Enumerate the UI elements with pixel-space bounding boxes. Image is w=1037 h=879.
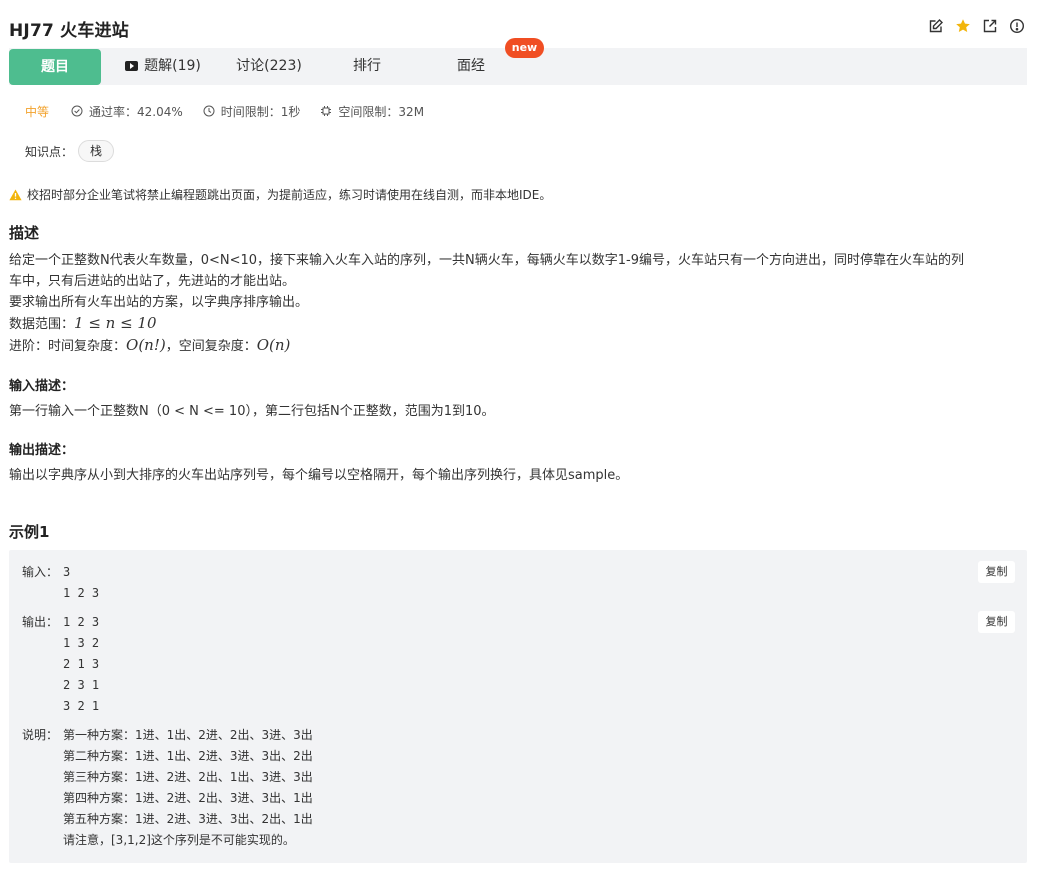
- complexity-label: 进阶：时间复杂度：: [9, 339, 127, 354]
- example-output-row: 2 3 1: [22, 675, 99, 696]
- example-explain-row: 第三种方案：1进、2进、2出、1出、3进、3出: [22, 767, 313, 788]
- example-output-line: 2 3 1: [63, 678, 100, 692]
- tab-ranking[interactable]: 排行: [327, 48, 407, 85]
- warning-text: 校招时部分企业笔试将禁止编程题跳出页面，为提前适应，练习时请使用在线自测，而非本…: [27, 188, 552, 202]
- space-complexity-label: ，空间复杂度：: [165, 339, 257, 354]
- data-range-line: 数据范围：1 ≤ n ≤ 10: [9, 313, 157, 335]
- chip-icon: [321, 106, 332, 116]
- example-output-line: 1 3 2: [63, 636, 100, 650]
- example-explain-line: 请注意，[3,1,2]这个序列是不可能实现的。: [63, 833, 295, 847]
- example-explain-row: 第二种方案：1进、1出、2进、3进、3出、2出: [22, 746, 313, 767]
- problem-title: HJ77 火车进站: [9, 21, 129, 41]
- data-range-math: 1 ≤ n ≤ 10: [74, 314, 157, 332]
- input-desc-heading: 输入描述：: [9, 379, 75, 394]
- example-input-line: 3: [63, 565, 71, 579]
- tab-solutions[interactable]: 题解(19): [115, 48, 211, 85]
- knowledge-tag[interactable]: 栈: [78, 140, 115, 162]
- space-complexity-math: O(n): [256, 336, 291, 354]
- tab-label: 讨论(223): [236, 58, 302, 74]
- example-explain-row: 请注意，[3,1,2]这个序列是不可能实现的。: [22, 830, 295, 851]
- pass-rate: 通过率：42.04%: [71, 103, 183, 120]
- time-limit: 时间限制：1秒: [203, 103, 301, 120]
- data-range-label: 数据范围：: [9, 317, 75, 332]
- example-explain-line: 第三种方案：1进、2进、2出、1出、3进、3出: [63, 770, 313, 784]
- example-explain-line: 第五种方案：1进、2进、3进、3出、2出、1出: [63, 812, 313, 826]
- tab-label: 题目: [41, 59, 69, 75]
- example-explain-row: 说明： 第一种方案：1进、1出、2进、2出、3进、3出: [22, 725, 313, 746]
- header-actions: [928, 18, 1025, 34]
- problem-meta: 中等 通过率：42.04% 时间限制：1秒 空间限制：32M: [25, 103, 444, 119]
- time-limit-text: 时间限制：1秒: [220, 104, 301, 119]
- warning-notice: 校招时部分企业笔试将禁止编程题跳出页面，为提前适应，练习时请使用在线自测，而非本…: [9, 186, 551, 203]
- tab-label: 面经: [457, 58, 485, 74]
- example-output-row: 2 1 3: [22, 654, 99, 675]
- space-limit-text: 空间限制：32M: [338, 104, 425, 119]
- tab-discussion[interactable]: 讨论(223): [221, 48, 317, 85]
- example-output-line: 1 2 3: [63, 615, 100, 629]
- example-explain-line: 第一种方案：1进、1出、2进、2出、3进、3出: [63, 728, 313, 742]
- copy-input-button[interactable]: 复制: [978, 561, 1015, 583]
- example-output-row: 1 3 2: [22, 633, 99, 654]
- tab-label: 排行: [353, 58, 381, 74]
- warning-icon: [9, 189, 22, 200]
- complexity-line: 进阶：时间复杂度：O(n!)，空间复杂度：O(n): [9, 335, 290, 357]
- example-output-line: 3 2 1: [63, 699, 100, 713]
- knowledge-label: 知识点：: [25, 144, 74, 159]
- example-heading: 示例1: [9, 523, 50, 541]
- example-input-row: 输入： 3: [22, 562, 70, 583]
- tab-problem[interactable]: 题目: [9, 49, 101, 85]
- knowledge-points: 知识点： 栈: [25, 140, 115, 162]
- input-desc-text: 第一行输入一个正整数N（0 < N <= 10），第二行包括N个正整数，范围为1…: [9, 404, 495, 419]
- info-icon[interactable]: [1009, 18, 1025, 34]
- example-explain-row: 第五种方案：1进、2进、3进、3出、2出、1出: [22, 809, 313, 830]
- example-output-line: 2 1 3: [63, 657, 100, 671]
- tab-interview[interactable]: 面经: [431, 48, 511, 85]
- example-output-row: 输出： 1 2 3: [22, 612, 99, 633]
- output-label: 输出：: [22, 615, 59, 629]
- star-icon[interactable]: [955, 18, 971, 34]
- description-line-3: 要求输出所有火车出站的方案，以字典序排序输出。: [9, 295, 309, 310]
- example-input-row: 1 2 3: [22, 583, 99, 604]
- new-badge: new: [505, 38, 544, 58]
- tab-label: 题解(19): [144, 58, 201, 74]
- description-line-1: 给定一个正整数N代表火车数量，0<N<10，接下来输入火车入站的序列，一共N辆火…: [9, 253, 965, 268]
- example-explain-row: 第四种方案：1进、2进、2出、3进、3出、1出: [22, 788, 313, 809]
- space-limit: 空间限制：32M: [320, 103, 424, 120]
- description-line-2: 车中，只有后进站的出站了，先进站的才能出站。: [9, 274, 296, 289]
- output-desc-heading: 输出描述：: [9, 443, 75, 458]
- output-desc-text: 输出以字典序从小到大排序的火车出站序列号，每个编号以空格隔开，每个输出序列换行，…: [9, 468, 629, 483]
- explain-label: 说明：: [22, 728, 59, 742]
- clock-icon: [203, 105, 215, 117]
- check-circle-icon: [71, 105, 83, 117]
- example-box: 复制 复制 输入： 3 1 2 3 输出： 1 2 3 1 3 2 2 1 3 2 …: [9, 550, 1027, 863]
- pass-rate-text: 通过率：42.04%: [89, 104, 183, 119]
- example-input-line: 1 2 3: [63, 586, 100, 600]
- example-output-row: 3 2 1: [22, 696, 99, 717]
- copy-output-button[interactable]: 复制: [978, 611, 1015, 633]
- edit-icon[interactable]: [928, 18, 944, 34]
- time-complexity-math: O(n!): [126, 336, 166, 354]
- description-heading: 描述: [9, 224, 40, 242]
- video-icon: [125, 61, 139, 71]
- input-label: 输入：: [22, 565, 59, 579]
- external-link-icon[interactable]: [982, 18, 998, 34]
- example-explain-line: 第二种方案：1进、1出、2进、3进、3出、2出: [63, 749, 313, 763]
- difficulty-label: 中等: [25, 104, 50, 119]
- example-explain-line: 第四种方案：1进、2进、2出、3进、3出、1出: [63, 791, 313, 805]
